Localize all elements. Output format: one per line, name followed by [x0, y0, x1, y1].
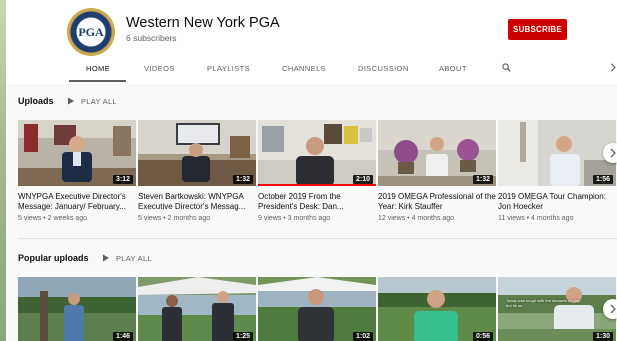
chevron-right-icon[interactable] — [610, 63, 617, 72]
tab-videos[interactable]: VIDEOS — [144, 64, 175, 73]
video-duration: 1:46 — [112, 332, 133, 341]
section-divider — [18, 238, 617, 239]
watch-progress-bar — [258, 184, 376, 186]
video-duration: 1:30 — [592, 332, 613, 341]
channel-avatar[interactable]: PGA — [68, 9, 114, 55]
video-meta: 5 views • 2 weeks ago — [18, 215, 87, 222]
video-card[interactable]: 1:02 — [258, 277, 376, 341]
play-all-label: PLAY ALL — [81, 97, 117, 106]
video-card[interactable]: 1:25 — [138, 277, 256, 341]
video-duration: 1:56 — [592, 175, 613, 184]
thumbnail-caption: Today was tough with the showers of play… — [506, 298, 581, 308]
video-card[interactable]: Today was tough with the showers of play… — [498, 277, 616, 341]
tab-channels[interactable]: CHANNELS — [282, 64, 326, 73]
channel-page: PGA Western New York PGA 6 subscribers S… — [6, 0, 617, 341]
next-arrow-button[interactable] — [603, 143, 617, 163]
video-thumbnail[interactable]: 1:32 — [378, 120, 496, 186]
video-card[interactable]: 1:32 2019 OMEGA Professional of the Year… — [378, 120, 496, 228]
subscriber-count: 6 subscribers — [126, 33, 177, 43]
play-icon — [103, 254, 109, 262]
tab-home[interactable]: HOME — [86, 64, 110, 73]
video-meta: 12 views • 4 months ago — [378, 215, 454, 222]
video-title[interactable]: 2019 OMEGA Tour Champion: Jon Hoecker — [498, 192, 616, 211]
video-title[interactable]: Steven Bartkowski: WNYPGA Executive Dire… — [138, 192, 256, 211]
video-duration: 3:12 — [112, 175, 133, 184]
video-card[interactable]: 1:46 — [18, 277, 136, 341]
video-title[interactable]: WNYPGA Executive Director's Message: Jan… — [18, 192, 136, 211]
channel-header: PGA Western New York PGA 6 subscribers S… — [6, 0, 617, 84]
next-arrow-icon — [610, 304, 616, 314]
play-all-button[interactable]: PLAY ALL — [102, 254, 172, 264]
video-thumbnail[interactable]: 0:56 — [378, 277, 496, 341]
channel-tabs: HOME VIDEOS PLAYLISTS CHANNELS DISCUSSIO… — [6, 56, 617, 82]
video-meta: 9 views • 3 months ago — [258, 215, 331, 222]
subscribe-button[interactable]: SUBSCRIBE — [508, 19, 567, 40]
tab-about[interactable]: ABOUT — [439, 64, 467, 73]
video-title[interactable]: October 2019 From the President's Desk: … — [258, 192, 376, 211]
play-all-label: PLAY ALL — [116, 254, 152, 263]
tab-playlists[interactable]: PLAYLISTS — [207, 64, 250, 73]
next-arrow-icon — [610, 148, 616, 158]
video-thumbnail[interactable]: 1:02 — [258, 277, 376, 341]
section-title-popular: Popular uploads — [18, 253, 89, 263]
next-arrow-button[interactable] — [603, 299, 617, 319]
video-thumbnail[interactable]: 1:56 — [498, 120, 616, 186]
play-all-button[interactable]: PLAY ALL — [67, 97, 137, 107]
search-icon[interactable] — [502, 63, 511, 72]
video-duration: 1:02 — [352, 332, 373, 341]
video-card[interactable]: 2:10 October 2019 From the President's D… — [258, 120, 376, 228]
video-duration: 2:10 — [352, 175, 373, 184]
active-tab-indicator — [69, 80, 126, 82]
tab-discussion[interactable]: DISCUSSION — [358, 64, 409, 73]
video-duration: 0:56 — [472, 332, 493, 341]
video-thumbnail[interactable]: 2:10 — [258, 120, 376, 186]
video-meta: 11 views • 4 months ago — [498, 215, 574, 222]
video-card[interactable]: 3:12 WNYPGA Executive Director's Message… — [18, 120, 136, 228]
video-card[interactable]: 1:32 Steven Bartkowski: WNYPGA Executive… — [138, 120, 256, 228]
video-thumbnail[interactable]: 1:25 — [138, 277, 256, 341]
video-duration: 1:32 — [472, 175, 493, 184]
avatar-logo-text: PGA — [78, 25, 104, 39]
video-duration: 1:25 — [232, 332, 253, 341]
section-title-uploads: Uploads — [18, 96, 54, 106]
video-thumbnail[interactable]: Today was tough with the showers of play… — [498, 277, 616, 341]
video-duration: 1:32 — [232, 175, 253, 184]
video-title[interactable]: 2019 OMEGA Professional of the Year: Kir… — [378, 192, 496, 211]
play-icon — [68, 97, 74, 105]
video-thumbnail[interactable]: 1:32 — [138, 120, 256, 186]
video-thumbnail[interactable]: 1:46 — [18, 277, 136, 341]
video-thumbnail[interactable]: 3:12 — [18, 120, 136, 186]
video-card[interactable]: 0:56 — [378, 277, 496, 341]
channel-name: Western New York PGA — [126, 15, 280, 31]
video-meta: 5 views • 2 months ago — [138, 215, 211, 222]
video-card[interactable]: 1:56 2019 OMEGA Tour Champion: Jon Hoeck… — [498, 120, 616, 228]
